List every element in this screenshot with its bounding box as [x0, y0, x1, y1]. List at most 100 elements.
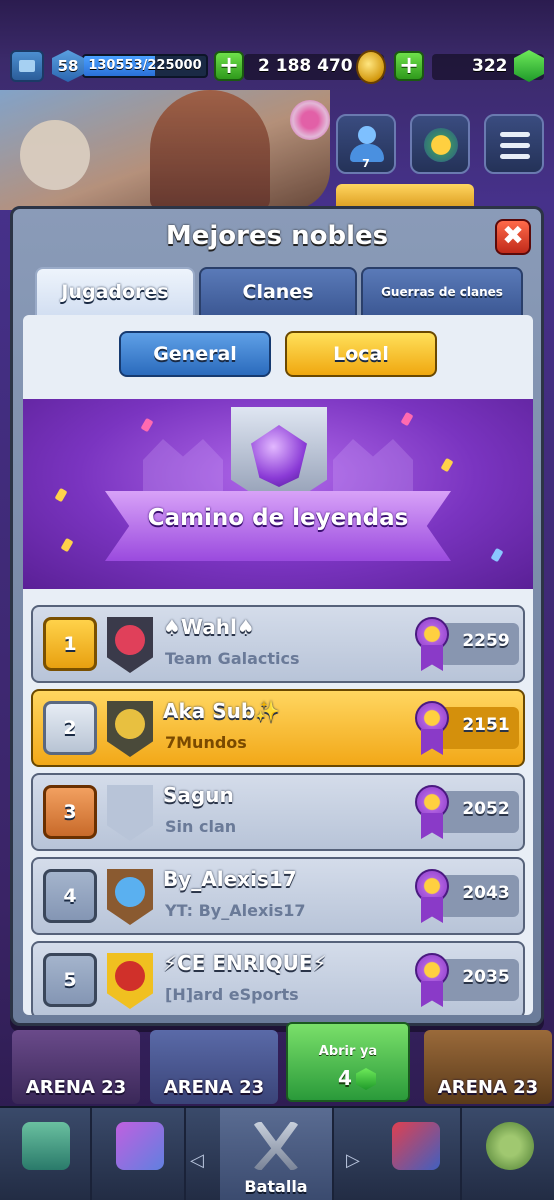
leaderboard-panel: General Local Camino de leyendas 1 ♠Wahl…	[23, 315, 533, 1015]
gold-coin-icon	[356, 50, 386, 84]
clan-badge-icon	[107, 953, 153, 1009]
chest-arena-label: ARENA 23	[163, 1077, 265, 1098]
legend-medal-icon	[415, 953, 449, 1009]
shop-chest-icon	[22, 1122, 70, 1170]
leaderboard-row[interactable]: 5 ⚡CE ENRIQUE⚡ [H]ard eSports 2035	[31, 941, 525, 1015]
nav-events[interactable]	[464, 1108, 554, 1200]
confetti	[400, 411, 414, 427]
close-button[interactable]: ✖	[495, 219, 531, 255]
confetti	[54, 487, 68, 503]
chest-arena-label: ARENA 23	[437, 1077, 539, 1098]
player-name: Sagun	[163, 783, 234, 807]
bottom-nav: ◁ Batalla ▷	[0, 1106, 554, 1200]
legend-medal-icon	[415, 785, 449, 841]
open-chest-cost: 4	[338, 1066, 352, 1090]
nav-social[interactable]	[370, 1108, 462, 1200]
score: 2043	[462, 883, 510, 903]
player-name: ⚡CE ENRIQUE⚡	[163, 951, 327, 975]
score: 2035	[462, 967, 510, 987]
clan-button[interactable]	[410, 114, 470, 174]
tab-bar: Jugadores Clanes Guerras de clanes	[35, 267, 525, 321]
friends-count: 7	[362, 157, 370, 170]
banner-title: Camino de leyendas	[147, 505, 409, 531]
legend-gem-icon	[251, 425, 307, 487]
player-name: Aka Sub✨	[163, 699, 281, 723]
legend-medal-icon	[415, 617, 449, 673]
friend-head-icon	[358, 126, 376, 144]
gold-amount: 2 188 470	[258, 56, 353, 76]
background-scene	[0, 90, 330, 210]
filter-general-button[interactable]: General	[119, 331, 271, 377]
nav-right-arrow-icon[interactable]: ▷	[346, 1150, 360, 1171]
laurel-icon	[486, 1122, 534, 1170]
score: 2259	[462, 631, 510, 651]
empty-clan-badge-icon	[107, 785, 153, 841]
chest-arena-label: ARENA 23	[25, 1077, 127, 1098]
nav-battle[interactable]: Batalla	[220, 1108, 334, 1200]
open-chest-button[interactable]: Abrir ya 4	[286, 1022, 410, 1102]
tab-guerras[interactable]: Guerras de clanes	[361, 267, 523, 317]
chest-slots: ARENA 23 ARENA 23 ARENA 23	[0, 1030, 554, 1104]
leaderboard-modal: Mejores nobles ✖ Jugadores Clanes Guerra…	[10, 206, 544, 1026]
clan-shield-icon	[392, 1122, 440, 1170]
player-name: ♠Wahl♠	[163, 615, 255, 639]
tab-guerras-label: Guerras de clanes	[381, 285, 503, 299]
score: 2052	[462, 799, 510, 819]
clan-name: 7Mundos	[165, 733, 247, 752]
xp-text: 130553/225000	[88, 58, 202, 73]
confetti	[440, 457, 454, 473]
buy-gold-button[interactable]: +	[214, 51, 244, 81]
rank-badge: 3	[43, 785, 97, 839]
moon-decoration	[20, 120, 90, 190]
filter-local-button[interactable]: Local	[285, 331, 437, 377]
knight-character	[150, 90, 270, 210]
clan-badge-icon	[107, 701, 153, 757]
chest-slot[interactable]: ARENA 23	[150, 1030, 278, 1104]
player-name: By_Alexis17	[163, 867, 297, 891]
legend-medal-icon	[415, 869, 449, 925]
modal-title: Mejores nobles	[165, 221, 389, 251]
rank-badge: 2	[43, 701, 97, 755]
confetti	[60, 537, 74, 553]
clan-name: [H]ard eSports	[165, 985, 299, 1004]
tab-jugadores-label: Jugadores	[61, 281, 169, 303]
rank-badge: 5	[43, 953, 97, 1007]
leaderboard-row-self[interactable]: 2 Aka Sub✨ 7Mundos 2151	[31, 689, 525, 767]
tab-clanes[interactable]: Clanes	[199, 267, 357, 317]
top-bar: 130553/225000 58 + 2 188 470 + 322	[0, 44, 554, 90]
crown-icon	[424, 128, 458, 162]
nav-shop[interactable]	[0, 1108, 92, 1200]
gem-amount: 322	[472, 56, 508, 76]
clan-badge-icon	[107, 617, 153, 673]
nav-left-arrow-icon[interactable]: ◁	[190, 1150, 204, 1171]
crossed-swords-icon	[252, 1122, 300, 1170]
profile-shield-icon[interactable]	[10, 50, 44, 82]
lollipop-decoration	[290, 100, 330, 140]
leaderboard-row[interactable]: 3 Sagun Sin clan 2052	[31, 773, 525, 851]
rank-badge: 4	[43, 869, 97, 923]
hamburger-icon	[500, 132, 530, 137]
tab-jugadores[interactable]: Jugadores	[35, 267, 195, 321]
menu-button[interactable]	[484, 114, 544, 174]
xp-bar[interactable]: 130553/225000	[82, 54, 208, 78]
clan-name: Team Galactics	[165, 649, 300, 668]
cards-icon	[116, 1122, 164, 1170]
confetti	[140, 417, 154, 433]
buy-gems-button[interactable]: +	[394, 51, 424, 81]
chest-slot[interactable]: ARENA 23	[12, 1030, 140, 1104]
clan-name: YT: By_Alexis17	[165, 901, 306, 920]
chest-slot[interactable]: ARENA 23	[424, 1030, 552, 1104]
open-chest-label: Abrir ya	[318, 1044, 378, 1059]
confetti	[490, 547, 504, 563]
gem-icon	[356, 1068, 376, 1090]
rank-badge: 1	[43, 617, 97, 671]
clan-badge-icon	[107, 869, 153, 925]
tab-clanes-label: Clanes	[242, 281, 314, 303]
legends-banner: Camino de leyendas	[23, 399, 533, 589]
leaderboard-row[interactable]: 1 ♠Wahl♠ Team Galactics 2259	[31, 605, 525, 683]
nav-battle-label: Batalla	[244, 1177, 308, 1196]
leaderboard-row[interactable]: 4 By_Alexis17 YT: By_Alexis17 2043	[31, 857, 525, 935]
score: 2151	[462, 715, 510, 735]
nav-cards[interactable]	[94, 1108, 186, 1200]
friends-button[interactable]: 7	[336, 114, 396, 174]
